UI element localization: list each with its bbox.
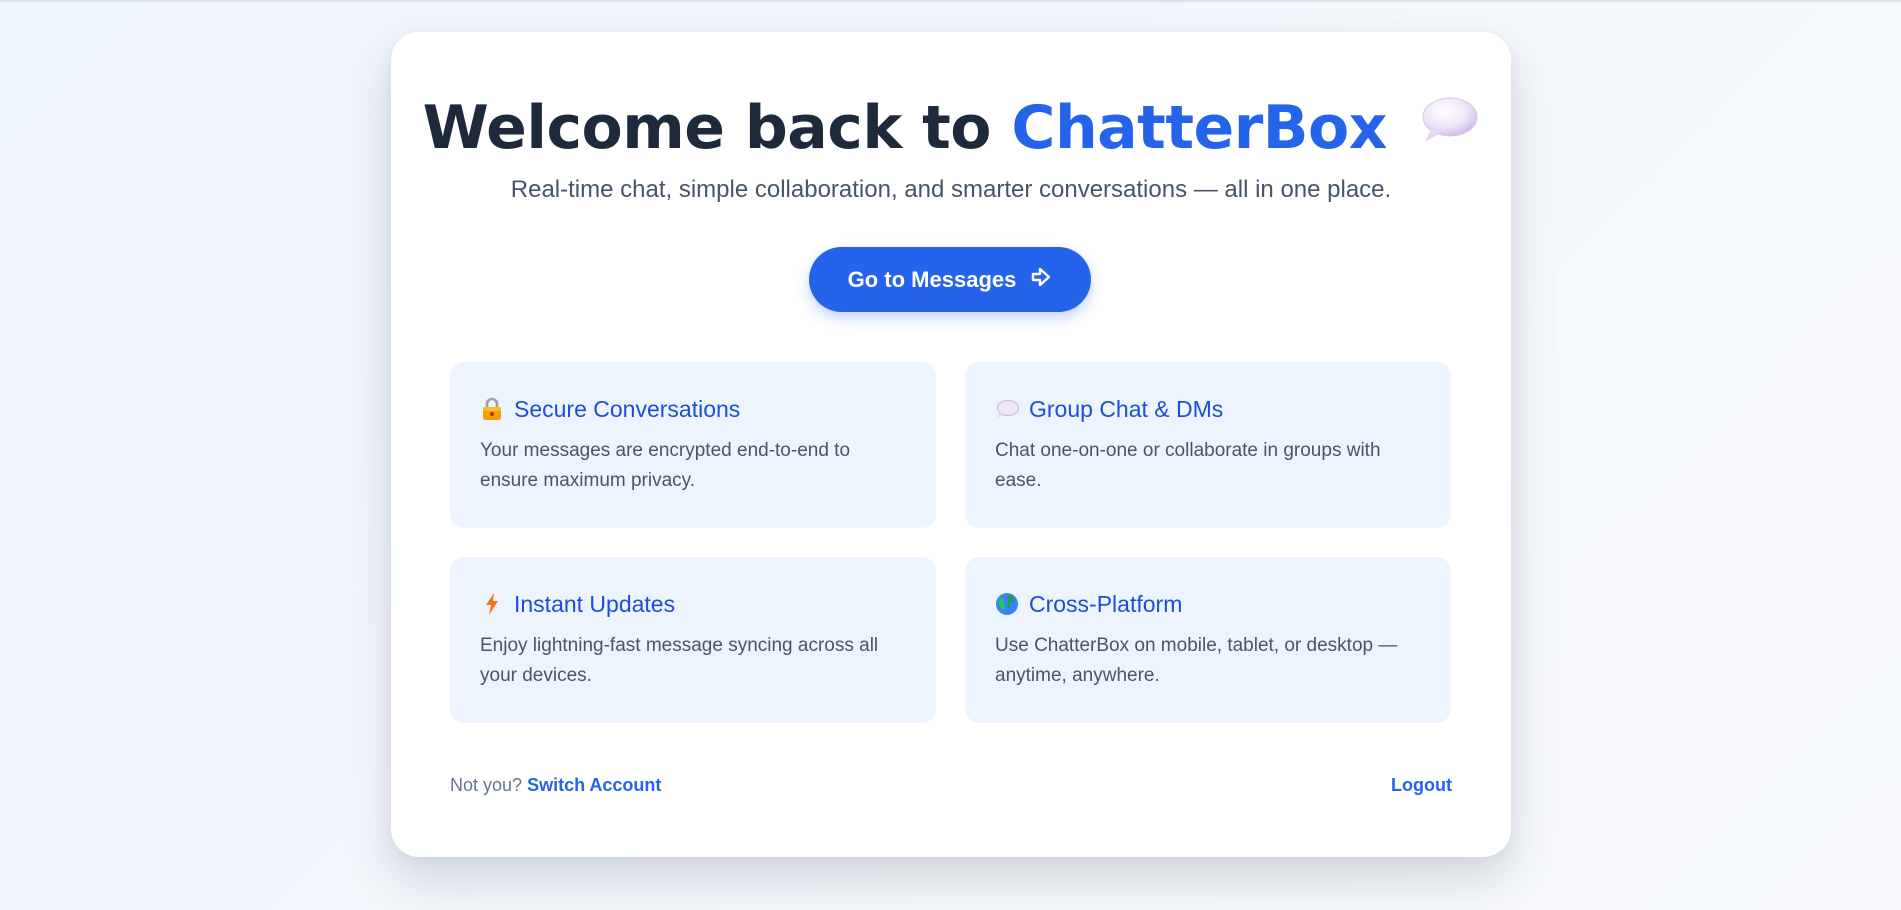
headline-prefix: Welcome back to xyxy=(422,93,992,163)
feature-description: Chat one-on-one or collaborate in groups… xyxy=(995,440,1381,491)
page-subtitle: Real-time chat, simple collaboration, an… xyxy=(510,176,1392,203)
feature-title: Instant Updates xyxy=(514,590,676,617)
lock-icon xyxy=(480,397,504,421)
top-divider xyxy=(0,0,1901,2)
feature-card-instant-updates: Instant Updates Enjoy lightning-fast mes… xyxy=(450,557,936,723)
feature-description: Your messages are encrypted end-to-end t… xyxy=(480,440,851,491)
feature-card-secure: Secure Conversations Your messages are e… xyxy=(450,362,936,528)
logout-link[interactable]: Logout xyxy=(1391,775,1452,796)
feature-description: Enjoy lightning-fast message syncing acr… xyxy=(480,635,879,686)
feature-card-group-chat: Group Chat & DMs Chat one-on-one or coll… xyxy=(965,362,1451,528)
go-to-messages-button[interactable]: Go to Messages xyxy=(809,247,1091,312)
account-switch-prompt: Not you? Switch Account xyxy=(450,775,661,796)
feature-description: Use ChatterBox on mobile, tablet, or des… xyxy=(995,635,1398,686)
lightning-icon xyxy=(480,592,504,616)
go-to-messages-label: Go to Messages xyxy=(847,266,1017,292)
speech-bubble-icon xyxy=(995,397,1019,421)
page-title: Welcome back to ChatterBox xyxy=(391,92,1511,167)
feature-card-cross-platform: Cross-Platform Use ChatterBox on mobile,… xyxy=(965,557,1451,723)
welcome-card: Welcome back to ChatterBox Real-time cha… xyxy=(391,32,1511,857)
not-you-text: Not you? xyxy=(450,775,523,795)
brand-name: ChatterBox xyxy=(1011,93,1387,163)
arrow-right-icon xyxy=(1030,266,1052,294)
feature-title: Cross-Platform xyxy=(1029,590,1183,617)
globe-icon xyxy=(995,592,1019,616)
switch-account-link[interactable]: Switch Account xyxy=(527,775,661,795)
feature-title: Group Chat & DMs xyxy=(1029,395,1224,422)
speech-bubble-icon xyxy=(1419,89,1479,161)
feature-title: Secure Conversations xyxy=(514,395,741,422)
